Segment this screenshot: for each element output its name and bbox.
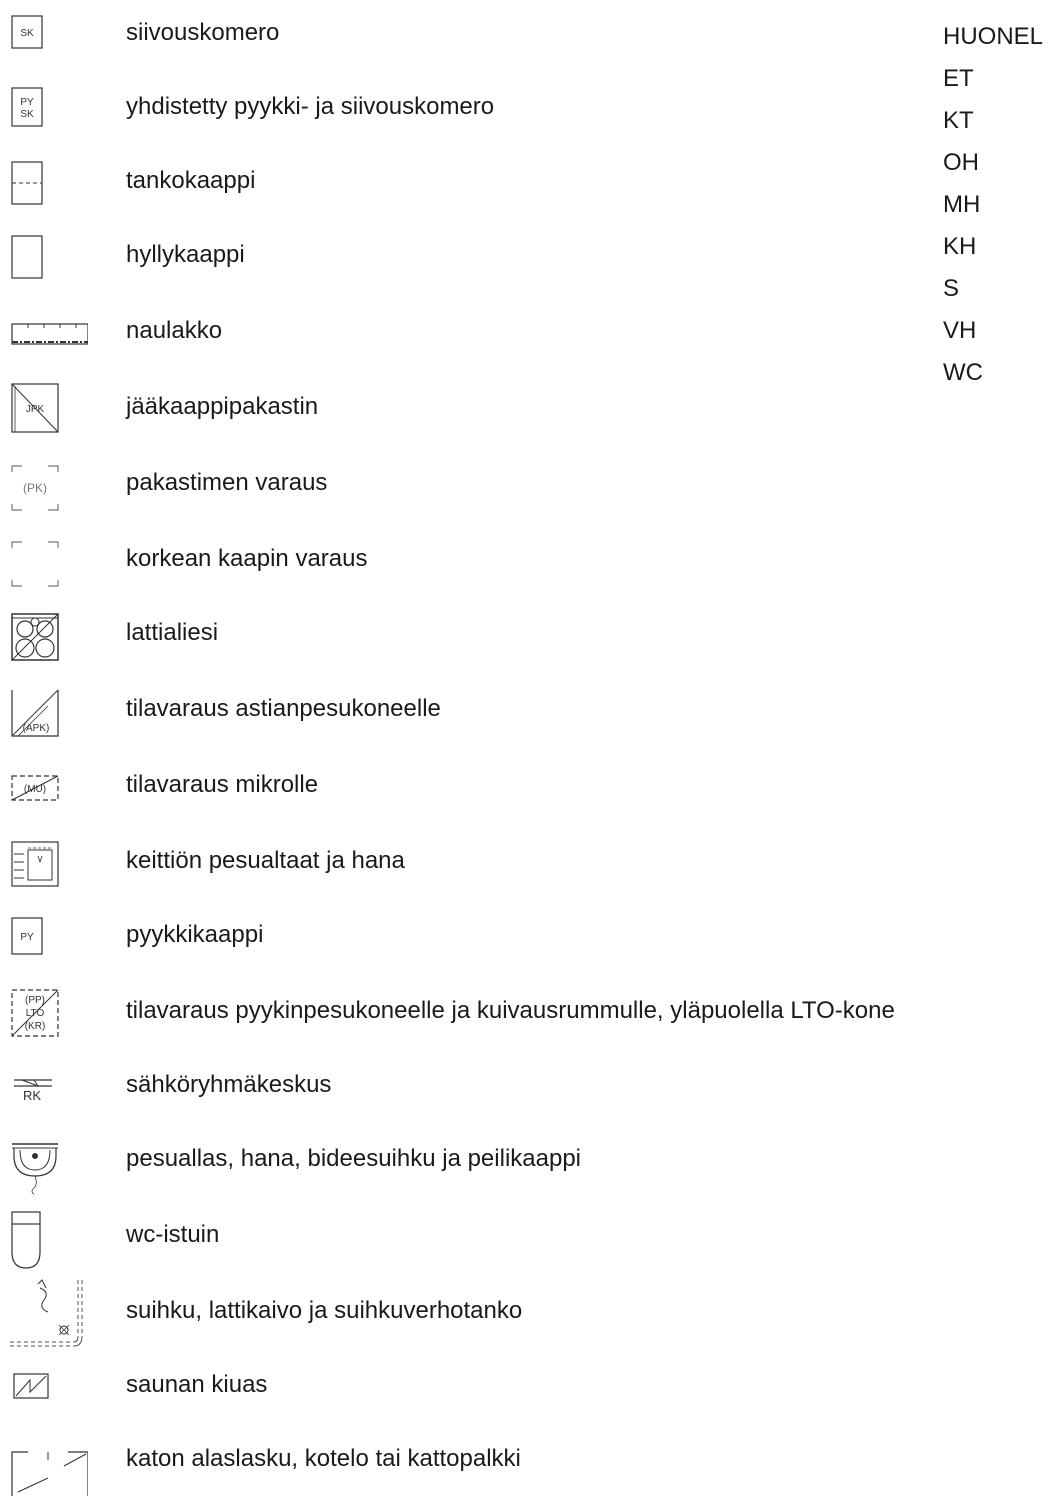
siivouskomero-code: SK [20, 28, 34, 39]
naulakko-label: naulakko [126, 317, 223, 344]
astianpesukone-code: (APK) [23, 723, 50, 734]
legend-row-jaakaappipakastin: JPK jääkaappipakastin [0, 374, 1064, 444]
hyllykaappi-label: hyllykaappi [126, 241, 245, 268]
legend-row-keittion-pesuallas: keittiön pesualtaat ja hana [0, 828, 1064, 898]
legend-row-kiuas: saunan kiuas [0, 1352, 1064, 1422]
astianpesukone-label: tilavaraus astianpesukoneelle [126, 695, 441, 722]
suihku-icon [8, 1278, 88, 1348]
legend-row-siivouskomero: SK siivouskomero [0, 0, 1064, 70]
pyykinpesukone-code-bottom: (KR) [25, 1021, 46, 1032]
room-code-mh: MH [943, 191, 981, 218]
sahkoryhmakeskus-icon: RK [8, 1052, 88, 1122]
korkean-kaapin-varaus-label: korkean kaapin varaus [126, 545, 368, 572]
wc-istuin-icon [8, 1202, 88, 1272]
room-code-kt: KT [943, 107, 974, 134]
jaakaappipakastin-code: JPK [26, 404, 45, 415]
katon-alaslasku-label: katon alaslasku, kotelo tai kattopalkki [126, 1445, 521, 1472]
legend-row-wc-istuin: wc-istuin [0, 1202, 1064, 1272]
mikro-label: tilavaraus mikrolle [126, 771, 319, 798]
tankokaappi-label: tankokaappi [126, 167, 256, 194]
jaakaappipakastin-icon: JPK [8, 374, 88, 444]
wc-istuin-label: wc-istuin [126, 1221, 220, 1248]
pakastimen-varaus-label: pakastimen varaus [126, 469, 328, 496]
hyllykaappi-icon [8, 222, 88, 292]
siivouskomero-label: siivouskomero [126, 19, 280, 46]
mikro-code: (MU) [24, 784, 46, 795]
legend-row-suihku: suihku, lattikaivo ja suihkuverhotanko [0, 1278, 1064, 1348]
kiuas-icon [8, 1352, 88, 1422]
room-code-kh: KH [943, 233, 977, 260]
pyykinpesukone-varaus-icon: (PP) LTO (KR) [8, 978, 88, 1048]
sahkoryhmakeskus-code: RK [23, 1088, 41, 1103]
sahkoryhmakeskus-label: sähköryhmäkeskus [126, 1071, 332, 1098]
legend-row-sahkoryhmakeskus: RK sähköryhmäkeskus [0, 1052, 1064, 1122]
pyykki-siivouskomero-code-bottom: SK [20, 109, 34, 120]
legend-row-katon-alaslasku: katon alaslasku, kotelo tai kattopalkki [0, 1426, 1064, 1496]
legend-row-pyykkikaappi: PY pyykkikaappi [0, 902, 1064, 972]
katon-alaslasku-icon [8, 1426, 88, 1496]
kiuas-label: saunan kiuas [126, 1371, 268, 1398]
keittion-pesuallas-label: keittiön pesualtaat ja hana [126, 847, 405, 874]
pesuallas-hana-icon [8, 1126, 88, 1196]
pesuallas-label: pesuallas, hana, bideesuihku ja peilikaa… [126, 1145, 581, 1172]
room-code-wc: WC [943, 359, 983, 386]
legend-row-pesuallas: pesuallas, hana, bideesuihku ja peilikaa… [0, 1126, 1064, 1196]
room-code-oh: OH [943, 149, 979, 176]
room-legend-title: HUONEL [943, 23, 1044, 50]
room-abbreviation-legend: HUONEL ET KT OH MH KH S VH WC [943, 16, 1064, 394]
mikro-varaus-icon: (MU) [8, 752, 88, 822]
jaakaappipakastin-label: jääkaappipakastin [126, 393, 319, 420]
suihku-label: suihku, lattikaivo ja suihkuverhotanko [126, 1297, 523, 1324]
naulakko-icon [8, 298, 88, 368]
pyykki-siivouskomero-icon: PY SK [8, 74, 88, 144]
room-code-et: ET [943, 65, 974, 92]
lattialiesi-icon [8, 600, 88, 670]
astianpesukone-varaus-icon: (APK) [8, 676, 88, 746]
pakastimen-varaus-code: (PK) [23, 481, 47, 495]
legend-row-pyykki-siivouskomero: PY SK yhdistetty pyykki- ja siivouskomer… [0, 74, 1064, 144]
pyykkikaappi-icon: PY [8, 902, 88, 972]
pyykki-siivouskomero-code-top: PY [20, 97, 34, 108]
legend-row-hyllykaappi: hyllykaappi [0, 222, 1064, 292]
tankokaappi-icon [8, 148, 88, 218]
legend-row-tankokaappi: tankokaappi [0, 148, 1064, 218]
legend-row-korkean-kaapin-varaus: korkean kaapin varaus [0, 526, 1064, 596]
legend-row-lattialiesi: lattialiesi [0, 600, 1064, 670]
lattialiesi-label: lattialiesi [126, 619, 219, 646]
legend-row-naulakko: naulakko [0, 298, 1064, 368]
siivouskomero-icon: SK [8, 0, 88, 70]
room-code-s: S [943, 275, 960, 302]
keittion-pesuallas-icon [8, 828, 88, 898]
pakastimen-varaus-icon: (PK) [8, 450, 88, 520]
legend-row-pakastimen-varaus: (PK) pakastimen varaus [0, 450, 1064, 520]
pyykinpesukone-code-top: (PP) [25, 995, 45, 1006]
korkean-kaapin-varaus-icon [8, 526, 88, 596]
room-code-vh: VH [943, 317, 977, 344]
pyykinpesukone-code-mid: LTO [26, 1008, 45, 1019]
pyykinpesukone-label: tilavaraus pyykinpesukoneelle ja kuivaus… [126, 997, 895, 1024]
legend-row-mikro: (MU) tilavaraus mikrolle [0, 752, 1064, 822]
pyykkikaappi-label: pyykkikaappi [126, 921, 264, 948]
pyykkikaappi-code: PY [20, 932, 34, 943]
pyykki-siivouskomero-label: yhdistetty pyykki- ja siivouskomero [126, 93, 495, 120]
legend-row-pyykinpesukone: (PP) LTO (KR) tilavaraus pyykinpesukonee… [0, 978, 1064, 1048]
legend-row-astianpesukone: (APK) tilavaraus astianpesukoneelle [0, 676, 1064, 746]
